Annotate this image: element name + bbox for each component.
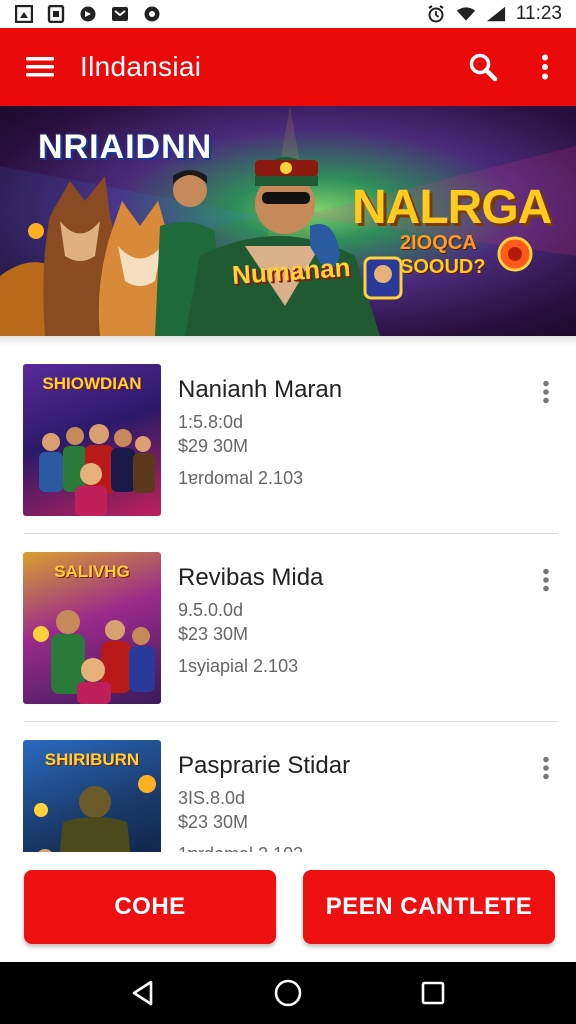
wifi-icon (456, 5, 476, 23)
item-detail-2: $23 30M (178, 812, 249, 832)
item-title: Pasprarie Stidar (178, 752, 351, 779)
recents-button[interactable] (413, 973, 453, 1013)
item-detail-1: 3IS.8.0d (178, 788, 246, 808)
notification-icon (14, 5, 34, 23)
item-overflow-button[interactable] (534, 752, 558, 784)
item-detail-3: 1ɐrdomal 2.103 (178, 468, 304, 488)
item-thumbnail: SALIVHG (23, 552, 161, 704)
system-nav-bar (0, 962, 576, 1024)
list-item[interactable]: SHIOWDIAN Nanianh Maran 1:5.8:0d $29 30M… (0, 346, 576, 534)
item-detail-3: 1syiapial 2.103 (178, 656, 299, 676)
back-triangle-icon (132, 980, 152, 1006)
app-bar: Ilndansiai (0, 28, 576, 106)
status-notification-icons (14, 5, 162, 23)
search-icon (469, 53, 498, 82)
item-detail-2: $23 30M (178, 624, 249, 644)
notification-icon (46, 5, 66, 23)
banner-right-subtitle-1: 2IOQCA (400, 232, 477, 254)
banner-right-subtitle-2: SOOUD? (400, 256, 486, 278)
thumbnail-title: SHIRIBURN (44, 750, 140, 769)
app-screen: 11:23 Ilndansiai NRIAIDNN Numanan NALRGA… (0, 0, 576, 1024)
overflow-menu-icon (542, 54, 548, 80)
item-overflow-button[interactable] (534, 376, 558, 408)
item-thumbnail: SHIOWDIAN (23, 364, 161, 516)
overflow-menu-button[interactable] (514, 28, 576, 106)
list-item[interactable]: SHIRIBURN Pasprarie Stidar 3IS.8.0d $23 … (0, 722, 576, 852)
hamburger-menu-icon (26, 57, 54, 77)
item-detail-3: 1ɐrdomal 2.103 (178, 844, 303, 852)
item-detail-2: $29 30M (178, 436, 249, 456)
thumbnail-title: SALIVHG (54, 562, 130, 581)
notification-icon (110, 5, 130, 23)
alarm-icon (426, 5, 446, 23)
overflow-menu-icon (543, 568, 549, 592)
overflow-menu-icon (543, 756, 549, 780)
status-system-icons: 11:23 (426, 3, 562, 25)
thumbnail-title: SHIOWDIAN (42, 374, 142, 393)
app-bar-actions (452, 28, 576, 106)
banner-left-title: NRIAIDNN (38, 128, 213, 166)
home-button[interactable] (268, 973, 308, 1013)
home-circle-icon (274, 979, 302, 1007)
notification-icon (78, 5, 98, 23)
item-overflow-button[interactable] (534, 564, 558, 596)
peen-cantlete-button[interactable]: PEEN CANTLETE (303, 870, 555, 944)
cohe-button[interactable]: COHE (24, 870, 276, 944)
status-time: 11:23 (515, 3, 562, 24)
overflow-menu-icon (543, 380, 549, 404)
item-thumbnail: SHIRIBURN (23, 740, 161, 852)
item-detail-1: 1:5.8:0d (178, 412, 244, 432)
search-button[interactable] (452, 28, 514, 106)
notification-icon (142, 5, 162, 23)
recents-square-icon (422, 981, 445, 1005)
status-bar: 11:23 (0, 0, 576, 28)
hamburger-menu-button[interactable] (0, 28, 80, 106)
app-title: Ilndansiai (80, 51, 202, 82)
game-list: SHIOWDIAN Nanianh Maran 1:5.8:0d $29 30M… (0, 346, 576, 852)
item-title: Nanianh Maran (178, 376, 343, 403)
banner-shadow (0, 336, 576, 346)
back-button[interactable] (123, 973, 163, 1013)
item-detail-1: 9.5.0.0d (178, 600, 244, 620)
banner-right-title: NALRGA (352, 181, 552, 234)
item-title: Revibas Mida (178, 564, 324, 591)
signal-icon (486, 5, 506, 23)
bottom-action-bar: COHE PEEN CANTLETE (0, 852, 576, 962)
featured-banner[interactable]: NRIAIDNN Numanan NALRGA 2IOQCA SOOUD? (0, 106, 576, 336)
list-item[interactable]: SALIVHG Revibas Mida 9.5.0.0d $23 30M 1s… (0, 534, 576, 722)
